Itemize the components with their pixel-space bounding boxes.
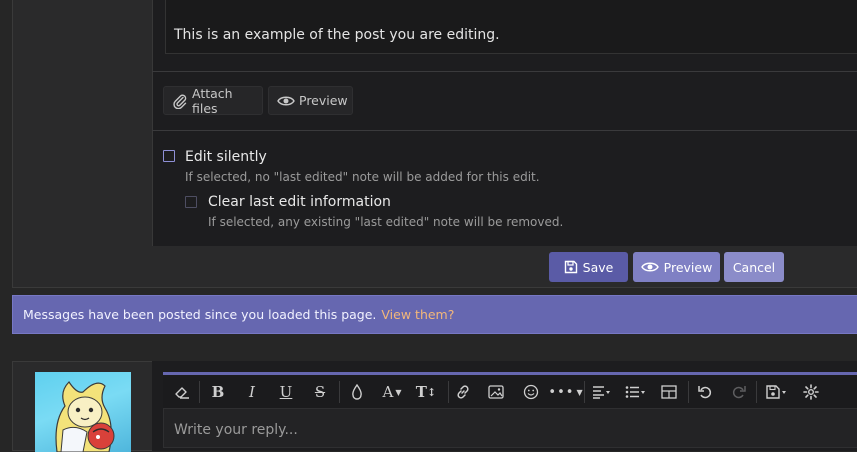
edit-silently-label[interactable]: Edit silently bbox=[185, 149, 267, 165]
undo-icon[interactable] bbox=[694, 380, 716, 404]
image-icon[interactable] bbox=[485, 380, 507, 404]
toolbar-separator bbox=[688, 381, 689, 403]
toolbar-separator bbox=[339, 381, 340, 403]
strikethrough-icon[interactable]: S bbox=[309, 380, 331, 404]
save-label: Save bbox=[582, 259, 614, 275]
cancel-button[interactable]: Cancel bbox=[724, 252, 784, 282]
new-messages-notice: Messages have been posted since you load… bbox=[12, 295, 857, 334]
avatar-illustration bbox=[55, 381, 115, 452]
list-icon[interactable] bbox=[621, 380, 651, 404]
smiley-icon[interactable] bbox=[520, 380, 542, 404]
bold-icon[interactable]: B bbox=[207, 380, 229, 404]
attach-files-button[interactable]: Attach files bbox=[163, 85, 263, 116]
eraser-icon[interactable] bbox=[171, 380, 193, 404]
toolbar-separator bbox=[584, 381, 585, 403]
clear-last-edit-label[interactable]: Clear last edit information bbox=[208, 194, 391, 210]
color-drop-icon[interactable] bbox=[347, 380, 367, 404]
edit-silently-hint: If selected, no "last edited" note will … bbox=[185, 170, 540, 184]
toolbar-separator bbox=[199, 381, 200, 403]
clear-last-edit-hint: If selected, any existing "last edited" … bbox=[208, 215, 564, 229]
preview-button[interactable]: Preview bbox=[633, 252, 720, 282]
divider bbox=[152, 71, 857, 72]
more-icon[interactable]: ••• ▼ bbox=[548, 380, 582, 404]
paperclip-icon bbox=[173, 94, 187, 109]
reply-input[interactable]: Write your reply... bbox=[163, 408, 857, 448]
font-family-icon[interactable]: A ▼ bbox=[377, 380, 407, 404]
avatar[interactable] bbox=[35, 372, 131, 452]
drafts-icon[interactable] bbox=[761, 380, 793, 404]
clear-last-edit-checkbox[interactable] bbox=[185, 196, 197, 208]
reply-toolbar: B I U S A ▼ T ↕ ••• ▼ bbox=[163, 372, 857, 408]
font-size-icon[interactable]: T ↕ bbox=[411, 380, 441, 404]
notice-text: Messages have been posted since you load… bbox=[23, 307, 377, 322]
divider bbox=[152, 130, 857, 131]
toolbar-separator bbox=[756, 381, 757, 403]
save-icon bbox=[564, 260, 577, 274]
post-editor-text[interactable]: This is an example of the post you are e… bbox=[174, 27, 500, 43]
editor-preview-button[interactable]: Preview bbox=[268, 86, 353, 115]
view-them-link[interactable]: View them? bbox=[381, 307, 454, 322]
edit-silently-checkbox[interactable] bbox=[163, 150, 175, 162]
eye-icon bbox=[277, 96, 295, 105]
eye-icon bbox=[640, 262, 659, 272]
link-icon[interactable] bbox=[452, 380, 474, 404]
redo-icon[interactable] bbox=[728, 380, 750, 404]
table-icon[interactable] bbox=[657, 380, 681, 404]
align-icon[interactable] bbox=[588, 380, 616, 404]
reply-placeholder: Write your reply... bbox=[174, 422, 298, 438]
italic-icon[interactable]: I bbox=[241, 380, 263, 404]
cancel-label: Cancel bbox=[732, 259, 776, 275]
editor-preview-label: Preview bbox=[299, 93, 348, 108]
settings-icon[interactable] bbox=[799, 380, 823, 404]
preview-label: Preview bbox=[663, 259, 713, 275]
attach-files-label: Attach files bbox=[191, 85, 233, 116]
save-button[interactable]: Save bbox=[549, 252, 628, 282]
underline-icon[interactable]: U bbox=[275, 380, 297, 404]
toolbar-separator bbox=[448, 381, 449, 403]
post-editor[interactable]: This is an example of the post you are e… bbox=[165, 0, 857, 54]
